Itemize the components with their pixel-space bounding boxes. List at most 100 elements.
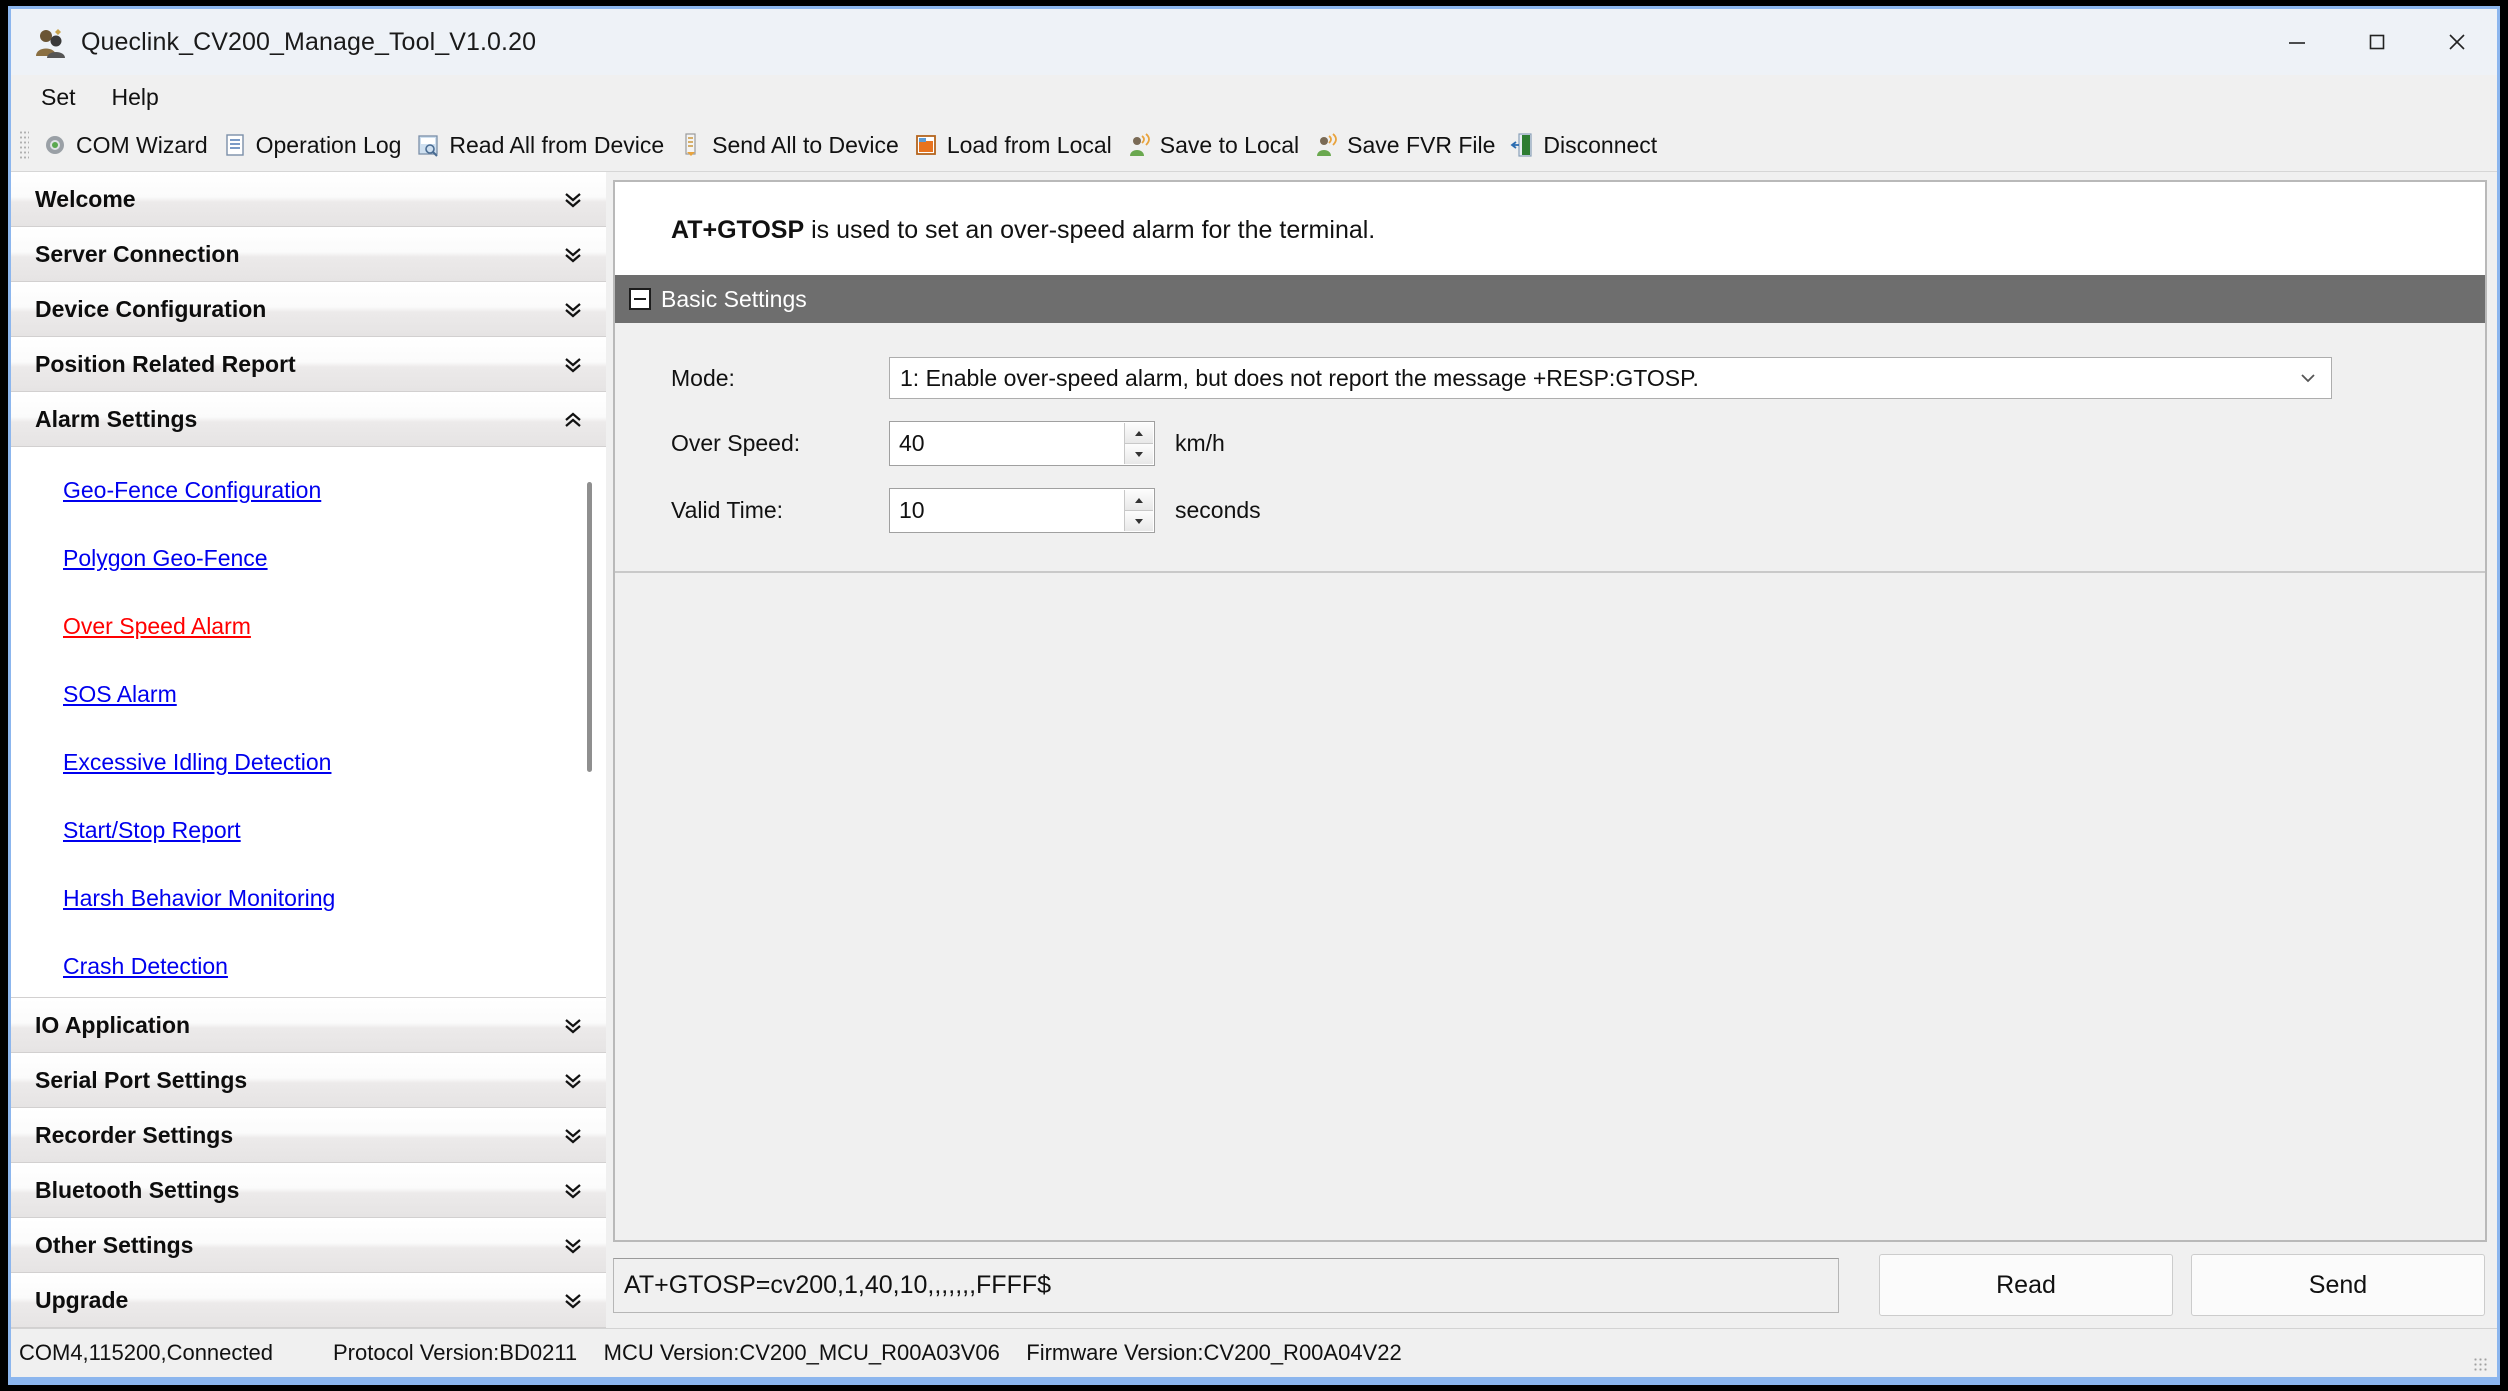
sidebar-section-label: Bluetooth Settings: [35, 1177, 240, 1203]
sidebar-section-label: Upgrade: [35, 1287, 129, 1313]
sidebar-section-io-application[interactable]: IO Application: [11, 998, 606, 1053]
toolbar-button-save-fvr-file[interactable]: Save FVR File: [1306, 122, 1502, 168]
valid-time-label: Valid Time:: [671, 497, 784, 523]
sidebar-scrollbar-thumb[interactable]: [587, 482, 592, 772]
over-speed-label: Over Speed:: [671, 430, 801, 456]
send-device-icon: [678, 132, 704, 158]
basic-settings-group-body: Mode: 1: Enable over-speed alarm, but do…: [615, 323, 2485, 573]
command-description-text: is used to set an over-speed alarm for t…: [804, 216, 1376, 244]
sidebar-section-position-related-report[interactable]: Position Related Report: [11, 337, 606, 392]
toolbar-button-send-all-to-device[interactable]: Send All to Device: [671, 122, 906, 168]
maximize-button[interactable]: [2337, 9, 2417, 75]
sidebar-link-polygon-geo-fence[interactable]: Polygon Geo-Fence: [63, 545, 268, 572]
at-command-input[interactable]: [613, 1257, 1839, 1313]
chevron-double-down-icon: [562, 1070, 584, 1092]
toolbar-button-operation-log[interactable]: Operation Log: [215, 122, 409, 168]
mode-select[interactable]: 1: Enable over-speed alarm, but does not…: [889, 357, 2332, 399]
sidebar-section-device-configuration[interactable]: Device Configuration: [11, 282, 606, 337]
sidebar-section-label: Welcome: [35, 186, 136, 212]
chevron-double-down-icon: [562, 1125, 584, 1147]
send-button[interactable]: Send: [2191, 1254, 2485, 1316]
valid-time-stepper[interactable]: [889, 488, 1155, 533]
sidebar-section-label: Alarm Settings: [35, 406, 198, 432]
body-container: Welcome Server Connection Device Configu…: [11, 172, 2497, 1328]
chevron-double-down-icon: [562, 299, 584, 321]
sidebar-section-bluetooth-settings[interactable]: Bluetooth Settings: [11, 1163, 606, 1218]
sidebar-section-label: Position Related Report: [35, 351, 296, 377]
valid-time-unit: seconds: [1175, 497, 1261, 523]
sidebar-scrollbar[interactable]: [576, 447, 606, 997]
over-speed-increment-button[interactable]: [1125, 423, 1153, 444]
toolbar: COM Wizard Operation Log Read All from D…: [11, 119, 2497, 172]
toolbar-grip[interactable]: [19, 130, 29, 160]
sidebar-link-sos-alarm[interactable]: SOS Alarm: [63, 681, 177, 708]
read-button[interactable]: Read: [1879, 1254, 2173, 1316]
toolbar-button-read-all-from-device[interactable]: Read All from Device: [408, 122, 671, 168]
valid-time-increment-button[interactable]: [1125, 490, 1153, 511]
sidebar-alarm-settings-panel: Geo-Fence Configuration Polygon Geo-Fenc…: [11, 447, 606, 998]
sidebar-link-crash-detection[interactable]: Crash Detection: [63, 953, 228, 980]
sidebar-link-excessive-idling-detection[interactable]: Excessive Idling Detection: [63, 749, 331, 776]
settings-panel: AT+GTOSP is used to set an over-speed al…: [613, 180, 2487, 1242]
chevron-double-down-icon: [562, 244, 584, 266]
sidebar-section-server-connection[interactable]: Server Connection: [11, 227, 606, 282]
sidebar-link-geo-fence-configuration[interactable]: Geo-Fence Configuration: [63, 477, 321, 504]
toolbar-button-save-to-local[interactable]: Save to Local: [1119, 122, 1306, 168]
over-speed-stepper[interactable]: [889, 421, 1155, 466]
sidebar-link-start-stop-report[interactable]: Start/Stop Report: [63, 817, 241, 844]
field-row-over-speed: Over Speed: 40 km/h: [615, 421, 2485, 466]
over-speed-input[interactable]: [890, 429, 1121, 458]
valid-time-decrement-button[interactable]: [1125, 511, 1153, 531]
menu-item-help[interactable]: Help: [94, 80, 177, 115]
sidebar-section-other-settings[interactable]: Other Settings: [11, 1218, 606, 1273]
disconnect-icon: [1509, 132, 1535, 158]
command-description: AT+GTOSP is used to set an over-speed al…: [615, 182, 2485, 275]
basic-settings-group-header: Basic Settings: [615, 275, 2485, 323]
menu-bar: Set Help: [11, 75, 2497, 119]
sidebar-section-recorder-settings[interactable]: Recorder Settings: [11, 1108, 606, 1163]
chevron-double-down-icon: [562, 1180, 584, 1202]
status-firmware-version: Firmware Version:CV200_R00A04V22: [1026, 1340, 1402, 1365]
mode-label: Mode:: [671, 364, 735, 391]
chevron-double-down-icon: [562, 1290, 584, 1312]
sidebar-section-upgrade[interactable]: Upgrade: [11, 1273, 606, 1328]
resize-grip[interactable]: [2473, 1357, 2489, 1371]
sidebar-link-over-speed-alarm[interactable]: Over Speed Alarm: [63, 613, 251, 640]
status-versions: Protocol Version:BD0211 MCU Version:CV20…: [333, 1340, 1424, 1366]
app-icon: [33, 25, 67, 59]
sidebar: Welcome Server Connection Device Configu…: [11, 172, 606, 1328]
chevron-double-down-icon: [562, 354, 584, 376]
read-device-icon: [415, 132, 441, 158]
sidebar-section-welcome[interactable]: Welcome: [11, 172, 606, 227]
close-button[interactable]: [2417, 9, 2497, 75]
toolbar-label: Save to Local: [1159, 131, 1300, 158]
basic-settings-group-title: Basic Settings: [661, 285, 807, 312]
panel-empty-area: [615, 573, 2485, 1240]
field-row-mode: Mode: 1: Enable over-speed alarm, but do…: [615, 357, 2485, 399]
screenshot-root: Queclink_CV200_Manage_Tool_V1.0.20 Set H…: [0, 0, 2508, 1391]
toolbar-label: Disconnect: [1543, 131, 1658, 158]
minimize-button[interactable]: [2257, 9, 2337, 75]
sidebar-section-alarm-settings[interactable]: Alarm Settings: [11, 392, 606, 447]
sidebar-link-harsh-behavior-monitoring[interactable]: Harsh Behavior Monitoring: [63, 885, 335, 912]
sidebar-link-list: Geo-Fence Configuration Polygon Geo-Fenc…: [11, 447, 576, 997]
window-controls: [2257, 9, 2497, 75]
toolbar-button-com-wizard[interactable]: COM Wizard: [35, 122, 215, 168]
sidebar-section-serial-port-settings[interactable]: Serial Port Settings: [11, 1053, 606, 1108]
valid-time-input[interactable]: [890, 496, 1121, 525]
collapse-minus-icon[interactable]: [629, 288, 651, 310]
toolbar-label: Save FVR File: [1347, 131, 1496, 158]
sidebar-section-label: Device Configuration: [35, 296, 267, 322]
field-row-valid-time: Valid Time: 10 seconds: [615, 488, 2485, 533]
menu-item-set[interactable]: Set: [23, 80, 94, 115]
toolbar-button-disconnect[interactable]: Disconnect: [1502, 122, 1664, 168]
over-speed-unit: km/h: [1175, 430, 1225, 456]
window-title: Queclink_CV200_Manage_Tool_V1.0.20: [81, 27, 537, 56]
command-name: AT+GTOSP: [671, 216, 805, 244]
status-mcu-version: MCU Version:CV200_MCU_R00A03V06: [603, 1340, 1000, 1365]
toolbar-label: Read All from Device: [449, 131, 665, 158]
toolbar-button-load-from-local[interactable]: Load from Local: [906, 122, 1119, 168]
over-speed-decrement-button[interactable]: [1125, 444, 1153, 464]
sidebar-section-label: Other Settings: [35, 1232, 194, 1258]
load-local-icon: [913, 132, 939, 158]
